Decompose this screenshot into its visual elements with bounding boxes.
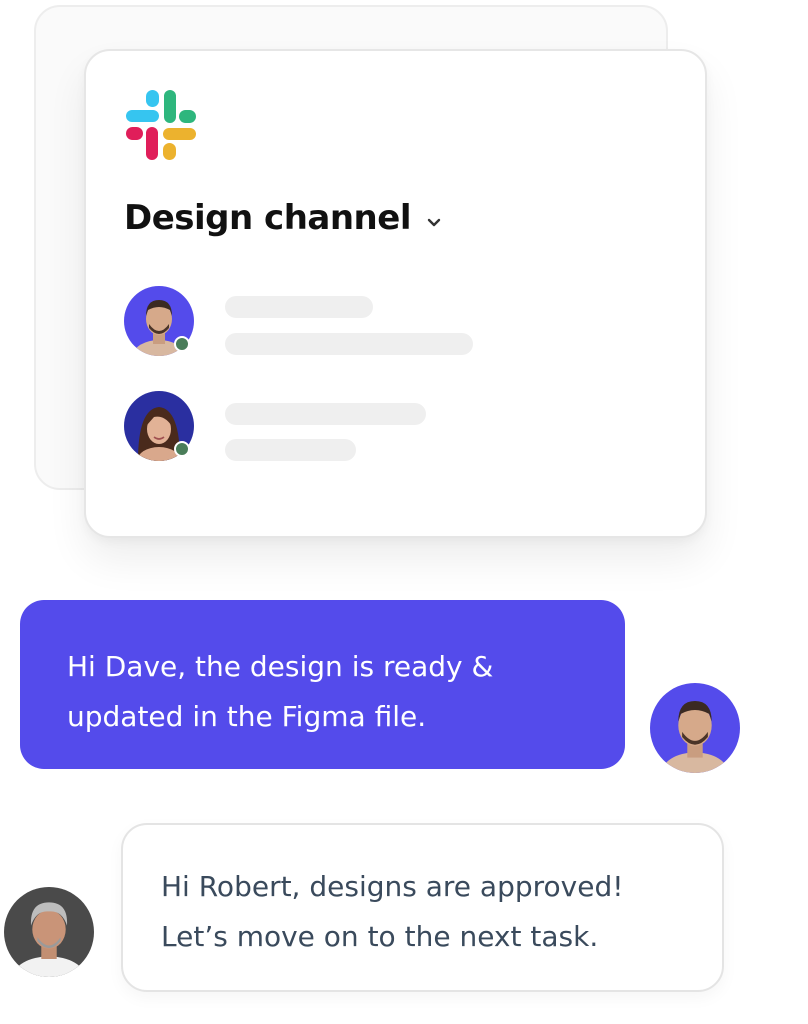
member-avatar[interactable] [124, 286, 194, 356]
online-status-dot [174, 441, 190, 457]
message-line: updated in the Figma file. [67, 700, 427, 733]
channel-title: Design channel [124, 198, 411, 238]
message-line: Let’s move on to the next task. [161, 920, 599, 953]
message-placeholder-line [225, 333, 473, 355]
message-placeholder-line [225, 296, 373, 318]
chevron-down-icon [427, 213, 441, 227]
sent-message-bubble: Hi Dave, the design is ready & updated i… [20, 600, 625, 769]
received-message-bubble: Hi Robert, designs are approved! Let’s m… [121, 823, 724, 992]
slack-logo-icon [124, 88, 198, 162]
message-placeholder-line [225, 439, 356, 461]
sender-avatar[interactable] [650, 683, 740, 773]
message-line: Hi Dave, the design is ready & [67, 650, 494, 683]
online-status-dot [174, 336, 190, 352]
gray-haired-man-avatar-icon [4, 887, 94, 977]
message-line: Hi Robert, designs are approved! [161, 870, 624, 903]
member-avatar[interactable] [124, 391, 194, 461]
recipient-avatar[interactable] [4, 887, 94, 977]
message-placeholder-line [225, 403, 426, 425]
channel-selector[interactable]: Design channel [124, 193, 441, 243]
man-avatar-icon [650, 683, 740, 773]
